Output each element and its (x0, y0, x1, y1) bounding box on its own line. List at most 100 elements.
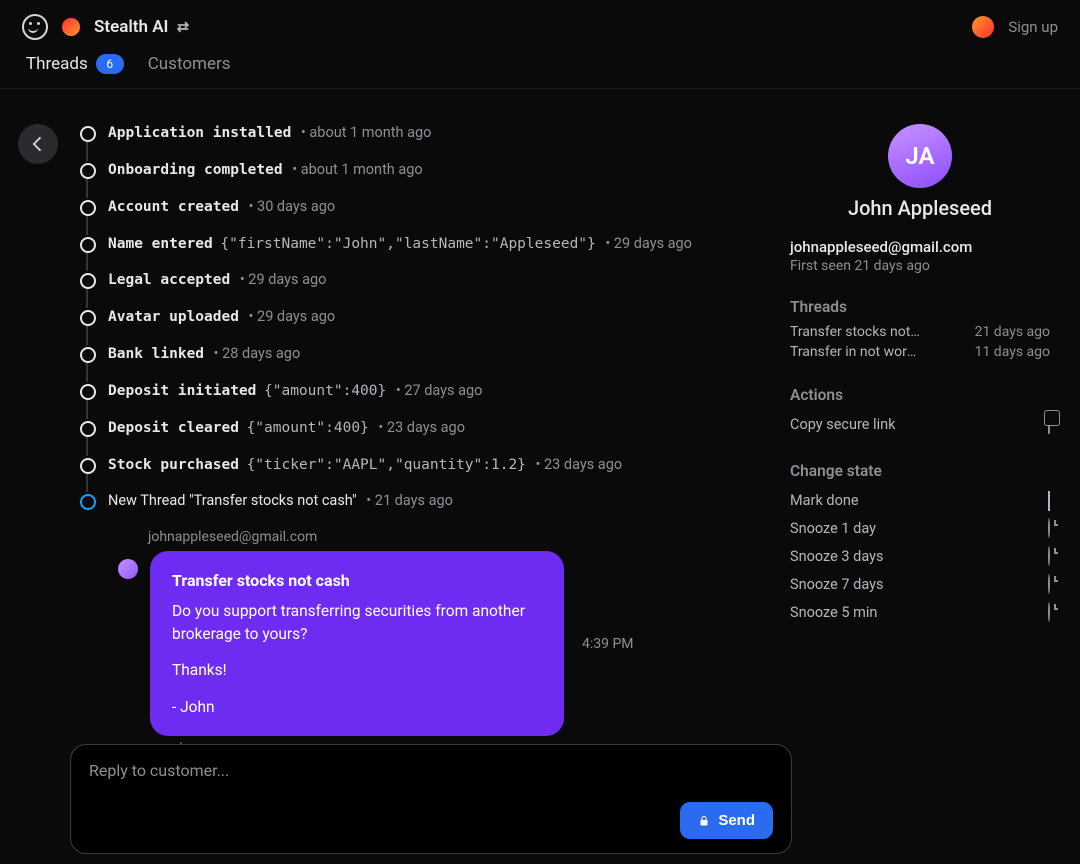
event-payload: {"amount":400} (264, 383, 386, 399)
copy-icon (1048, 415, 1050, 433)
top-bar-right: Sign up (972, 16, 1058, 38)
clock-icon (1048, 519, 1050, 537)
snooze-option[interactable]: Snooze 3 days (790, 542, 1050, 570)
state-list: Mark done Snooze 1 day Snooze 3 days Snooze… (790, 486, 1050, 626)
action-label: Snooze 1 day (790, 520, 876, 537)
reply-input[interactable]: Reply to customer... (89, 761, 773, 780)
timeline-line (86, 289, 88, 308)
timeline-event: Stock purchased {"ticker":"AAPL","quanti… (86, 456, 760, 475)
event-title: Name entered (108, 236, 213, 252)
event-title: Application installed (108, 125, 291, 141)
tab-customers[interactable]: Customers (148, 54, 231, 74)
top-bar-left: Stealth AI ⇅ (22, 14, 188, 40)
event-time: • 29 days ago (245, 308, 335, 325)
event-time: • about 1 month ago (289, 161, 423, 178)
timeline-dot-icon (80, 384, 96, 400)
thread-name: Transfer stocks not ... (790, 324, 920, 340)
timeline-event: Onboarding completed • about 1 month ago (86, 161, 760, 180)
sender-avatar-icon (118, 559, 138, 579)
timeline-dot-icon (80, 200, 96, 216)
message-row: Transfer stocks not cash Do you support … (118, 551, 760, 736)
user-orb-icon[interactable] (972, 16, 994, 38)
threads-list: Transfer stocks not ...21 days agoTransf… (790, 322, 1050, 362)
smile-icon[interactable] (22, 14, 48, 40)
event-title: Legal accepted (108, 272, 230, 288)
event-title: Onboarding completed (108, 162, 283, 178)
timeline-event: Avatar uploaded • 29 days ago (86, 308, 760, 327)
profile: JA John Appleseed (790, 124, 1050, 220)
timeline-dot-icon (80, 421, 96, 437)
event-time: • 28 days ago (210, 345, 300, 362)
event-payload: {"ticker":"AAPL","quantity":1.2} (247, 457, 526, 473)
switch-icon: ⇅ (174, 21, 190, 33)
send-button[interactable]: Send (680, 802, 773, 839)
timeline-event: Deposit initiated {"amount":400} • 27 da… (86, 382, 760, 401)
tab-threads-label: Threads (26, 54, 88, 74)
lock-icon (698, 815, 710, 827)
tab-threads[interactable]: Threads 6 (26, 54, 124, 74)
message-title: Transfer stocks not cash (172, 569, 542, 592)
event-time: • 23 days ago (375, 419, 465, 436)
snooze-option[interactable]: Snooze 1 day (790, 514, 1050, 542)
timeline-event: Deposit cleared {"amount":400} • 23 days… (86, 419, 760, 438)
action-label: Snooze 5 min (790, 604, 877, 621)
timeline: Application installed • about 1 month ag… (86, 124, 760, 511)
reply-actions: Send (89, 802, 773, 839)
timeline-dot-icon (80, 126, 96, 142)
event-time: • 30 days ago (245, 198, 335, 215)
snooze-option[interactable]: Snooze 5 min (790, 598, 1050, 626)
event-title: Stock purchased (108, 457, 239, 473)
thread-link[interactable]: Transfer stocks not ...21 days ago (790, 322, 1050, 342)
timeline-dot-icon (80, 310, 96, 326)
event-time: • 29 days ago (602, 235, 692, 252)
timeline-dot-icon (80, 458, 96, 474)
copy-secure-link[interactable]: Copy secure link (790, 410, 1050, 438)
customer-email: johnappleseed@gmail.com (790, 238, 1050, 256)
reply-box[interactable]: Reply to customer... Send (70, 744, 792, 854)
event-title: Account created (108, 199, 239, 215)
app-name: Stealth AI (94, 17, 168, 37)
thread-ago: 11 days ago (975, 344, 1050, 360)
customer-name: John Appleseed (790, 196, 1050, 220)
customer-first-seen: First seen 21 days ago (790, 258, 1050, 274)
clock-icon (1048, 575, 1050, 593)
timeline-event: Account created • 30 days ago (86, 198, 760, 217)
message-body-line: Thanks! (172, 659, 542, 681)
snooze-option[interactable]: Snooze 7 days (790, 570, 1050, 598)
check-icon (1048, 491, 1050, 509)
message-from: johnappleseed@gmail.com (148, 529, 760, 545)
signup-link[interactable]: Sign up (1008, 18, 1058, 36)
threads-section-title: Threads (790, 298, 1050, 316)
timeline-line (86, 142, 88, 161)
timeline-event: Name entered {"firstName":"John","lastNa… (86, 235, 760, 254)
timeline-line (86, 216, 88, 235)
event-time: • 21 days ago (363, 492, 453, 509)
timeline-line (86, 253, 88, 272)
thread-link[interactable]: Transfer in not work...11 days ago (790, 342, 1050, 362)
event-title: Avatar uploaded (108, 309, 239, 325)
action-label: Mark done (790, 492, 859, 509)
timeline-event: Application installed • about 1 month ag… (86, 124, 760, 143)
customer-avatar: JA (888, 124, 952, 188)
message-time: 4:39 PM (582, 636, 634, 652)
event-time: • 23 days ago (532, 456, 622, 473)
timeline-dot-icon (80, 237, 96, 253)
tabs: Threads 6 Customers (0, 50, 1080, 89)
event-title: Deposit initiated (108, 383, 256, 399)
timeline-line (86, 400, 88, 419)
action-label: Snooze 3 days (790, 548, 883, 565)
workspace-switcher[interactable]: Stealth AI ⇅ (94, 17, 188, 37)
timeline-line (86, 179, 88, 198)
timeline-dot-icon (80, 163, 96, 179)
event-payload: {"amount":400} (247, 420, 369, 436)
timeline-line (86, 474, 88, 493)
mark-done[interactable]: Mark done (790, 486, 1050, 514)
message-bubble: Transfer stocks not cash Do you support … (150, 551, 564, 736)
timeline-dot-icon (80, 273, 96, 289)
action-label: Snooze 7 days (790, 576, 883, 593)
timeline-line (86, 326, 88, 345)
message-body-line: Do you support transferring securities f… (172, 600, 542, 645)
timeline-thread-event: New Thread "Transfer stocks not cash" • … (86, 492, 760, 511)
clock-icon (1048, 547, 1050, 565)
event-payload: {"firstName":"John","lastName":"Applesee… (220, 236, 595, 252)
